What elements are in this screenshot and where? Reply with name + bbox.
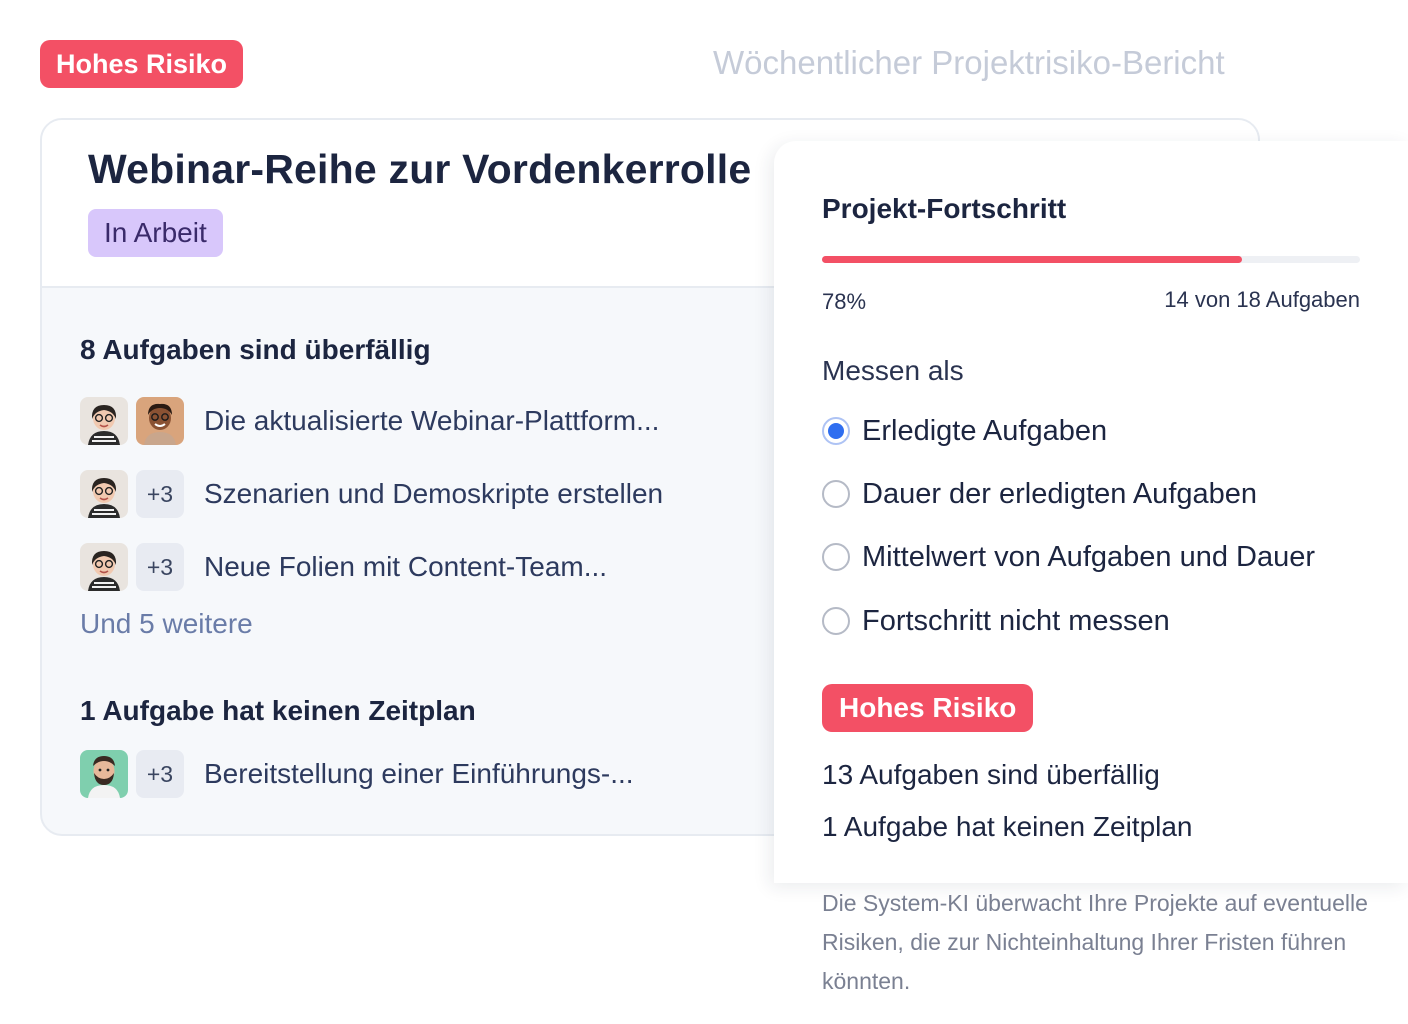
avatar — [80, 397, 128, 445]
radio-button[interactable] — [822, 543, 850, 571]
radio-button[interactable] — [822, 417, 850, 445]
progress-task-count: 14 von 18 Aufgaben — [1164, 287, 1360, 312]
progress-bar — [822, 256, 1360, 263]
measure-label: Messen als — [822, 355, 964, 386]
task-row[interactable]: +3 Neue Folien mit Content-Team... — [80, 542, 780, 592]
project-title: Webinar-Reihe zur Vordenkerrolle — [88, 146, 752, 192]
task-row[interactable]: +3 Bereitstellung einer Einführungs-... — [80, 749, 780, 799]
task-row[interactable]: Die aktualisierte Webinar-Plattform... — [80, 396, 780, 446]
radio-label: Fortschritt nicht messen — [862, 605, 1170, 637]
risk-level-badge: Hohes Risiko — [40, 40, 244, 88]
progress-bar-fill — [822, 256, 1242, 263]
risk-overdue-count: 13 Aufgaben sind überfällig — [822, 759, 1160, 790]
radio-option-completed-tasks[interactable]: Erledigte Aufgaben — [822, 411, 1382, 451]
status-badge[interactable]: In Arbeit — [88, 209, 223, 257]
avatar — [80, 470, 128, 518]
progress-title: Projekt-Fortschritt — [822, 193, 1067, 224]
radio-button[interactable] — [822, 480, 850, 508]
progress-panel: Projekt-Fortschritt 78% 14 von 18 Aufgab… — [774, 141, 1408, 883]
unscheduled-heading: 1 Aufgabe hat keinen Zeitplan — [80, 695, 476, 726]
more-assignees-chip[interactable]: +3 — [136, 543, 184, 591]
avatar — [80, 543, 128, 591]
radio-button[interactable] — [822, 607, 850, 635]
risk-unscheduled-count: 1 Aufgabe hat keinen Zeitplan — [822, 811, 1193, 842]
radio-option-average[interactable]: Mittelwert von Aufgaben und Dauer — [822, 537, 1382, 577]
task-title: Die aktualisierte Webinar-Plattform... — [204, 405, 660, 436]
task-title: Szenarien und Demoskripte erstellen — [204, 478, 664, 509]
risk-badge: Hohes Risiko — [822, 684, 1034, 732]
task-title: Neue Folien mit Content-Team... — [204, 551, 608, 582]
overdue-heading: 8 Aufgaben sind überfällig — [80, 334, 431, 365]
radio-option-duration[interactable]: Dauer der erledigten Aufgaben — [822, 474, 1382, 514]
task-title: Bereitstellung einer Einführungs-... — [204, 758, 634, 789]
more-assignees-chip[interactable]: +3 — [136, 750, 184, 798]
show-more-link[interactable]: Und 5 weitere — [80, 608, 253, 640]
radio-option-none[interactable]: Fortschritt nicht messen — [822, 601, 1382, 641]
progress-percent: 78% — [822, 289, 867, 314]
more-assignees-chip[interactable]: +3 — [136, 470, 184, 518]
task-row[interactable]: +3 Szenarien und Demoskripte erstellen — [80, 469, 780, 519]
radio-label: Dauer der erledigten Aufgaben — [862, 478, 1258, 510]
report-title: Wöchentlicher Projektrisiko-Bericht — [713, 44, 1225, 81]
radio-label: Mittelwert von Aufgaben und Dauer — [862, 541, 1315, 573]
radio-label: Erledigte Aufgaben — [862, 415, 1108, 447]
ai-disclaimer: Die System-KI überwacht Ihre Projekte au… — [822, 890, 1368, 994]
avatar — [80, 750, 128, 798]
avatar — [136, 397, 184, 445]
